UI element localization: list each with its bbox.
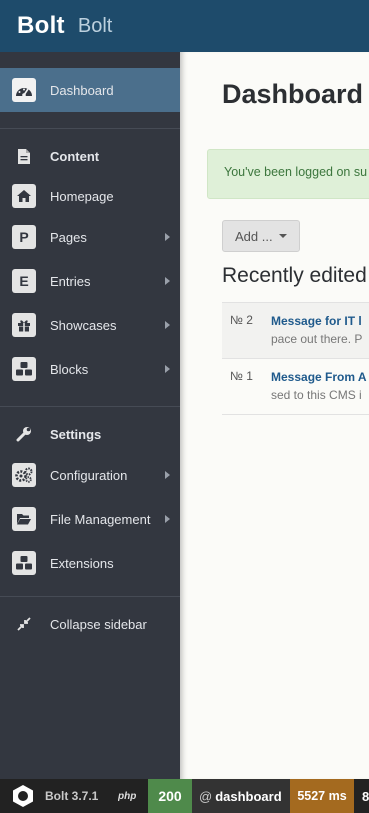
memory-info[interactable]: 8 [362,779,369,813]
recently-edited-title: Recently edited [222,264,367,287]
sidebar-item-label: Content [50,148,100,164]
record-excerpt: sed to this CMS i [271,388,362,402]
sidebar-item-dashboard[interactable]: Dashboard [0,68,180,112]
chevron-right-icon [165,365,170,373]
sidebar-item-file-management[interactable]: File Management [0,497,180,541]
sidebar-item-label: Showcases [50,317,117,333]
sidebar-item-label: Homepage [50,188,114,204]
caret-down-icon [278,234,287,238]
sidebar-item-homepage[interactable]: Homepage [0,174,180,218]
cubes-icon [12,357,36,381]
sidebar-item-label: File Management [50,511,151,527]
home-icon [12,184,36,208]
add-button-label: Add ... [235,228,273,244]
chevron-right-icon [165,515,170,523]
record-number: № 1 [230,369,253,383]
sidebar-item-showcases[interactable]: Showcases [0,303,180,347]
sidebar-item-configuration[interactable]: Configuration [0,453,180,497]
route-name: dashboard [215,788,282,804]
record-number: № 2 [230,313,253,327]
sidebar-divider [0,406,180,407]
sidebar-section-settings[interactable]: Settings [0,412,180,456]
login-success-alert: You've been logged on su [207,149,369,199]
folder-icon [12,507,36,531]
php-info[interactable]: php [118,779,136,813]
record-excerpt: pace out there. P [271,332,363,346]
chevron-right-icon [165,471,170,479]
chevron-right-icon [165,277,170,285]
document-icon [12,144,36,168]
sidebar: Dashboard Content Homepage P Pages E Ent… [0,52,180,779]
entries-letter-icon: E [12,269,36,293]
collapse-sidebar-button[interactable]: Collapse sidebar [0,602,180,646]
record-title-link[interactable]: Message for IT l [271,314,362,328]
sidebar-item-label: Extensions [50,555,114,571]
request-time-badge[interactable]: 5527 ms [290,779,354,813]
sidebar-item-label: Dashboard [50,82,114,98]
gift-icon [12,313,36,337]
sidebar-item-label: Collapse sidebar [50,616,147,632]
sidebar-item-blocks[interactable]: Blocks [0,347,180,391]
debug-toolbar: Bolt 3.7.1 php 200 @ dashboard 5527 ms 8 [0,779,369,813]
sidebar-item-pages[interactable]: P Pages [0,215,180,259]
sidebar-item-label: Blocks [50,361,89,377]
sidebar-item-label: Entries [50,273,91,289]
chevron-right-icon [165,233,170,241]
sidebar-divider [0,128,180,129]
brand-logo[interactable]: Bolt [17,12,65,40]
gears-icon [12,463,36,487]
table-bottom-border [222,414,369,415]
sidebar-item-label: Settings [50,426,102,442]
bolt-logo-icon[interactable] [11,784,35,808]
dashboard-icon [12,78,36,102]
chevron-right-icon [165,321,170,329]
sidebar-divider [0,596,180,597]
route-prefix: @ [199,788,213,804]
main-content: Dashboard You've been logged on su Add .… [180,52,369,779]
sidebar-item-extensions[interactable]: Extensions [0,541,180,585]
status-code-badge[interactable]: 200 [148,779,192,813]
record-title-link[interactable]: Message From A [271,370,367,384]
page-title: Dashboard [222,79,364,109]
sidebar-item-label: Configuration [50,467,128,483]
wrench-icon [12,422,36,446]
top-navbar: Bolt Bolt [0,0,369,52]
cubes-icon [12,551,36,575]
sidebar-item-label: Pages [50,229,87,245]
sidebar-item-entries[interactable]: E Entries [0,259,180,303]
sidebar-section-content[interactable]: Content [0,134,180,178]
site-name-link[interactable]: Bolt [78,15,112,38]
table-row: № 1 Message From A sed to this CMS i [222,358,369,414]
pages-letter-icon: P [12,225,36,249]
route-info[interactable]: @ dashboard [192,779,290,813]
add-content-dropdown-button[interactable]: Add ... [222,220,300,252]
bolt-version[interactable]: Bolt 3.7.1 [45,779,98,813]
compress-icon [12,612,36,636]
table-row: № 2 Message for IT l pace out there. P [222,302,369,358]
